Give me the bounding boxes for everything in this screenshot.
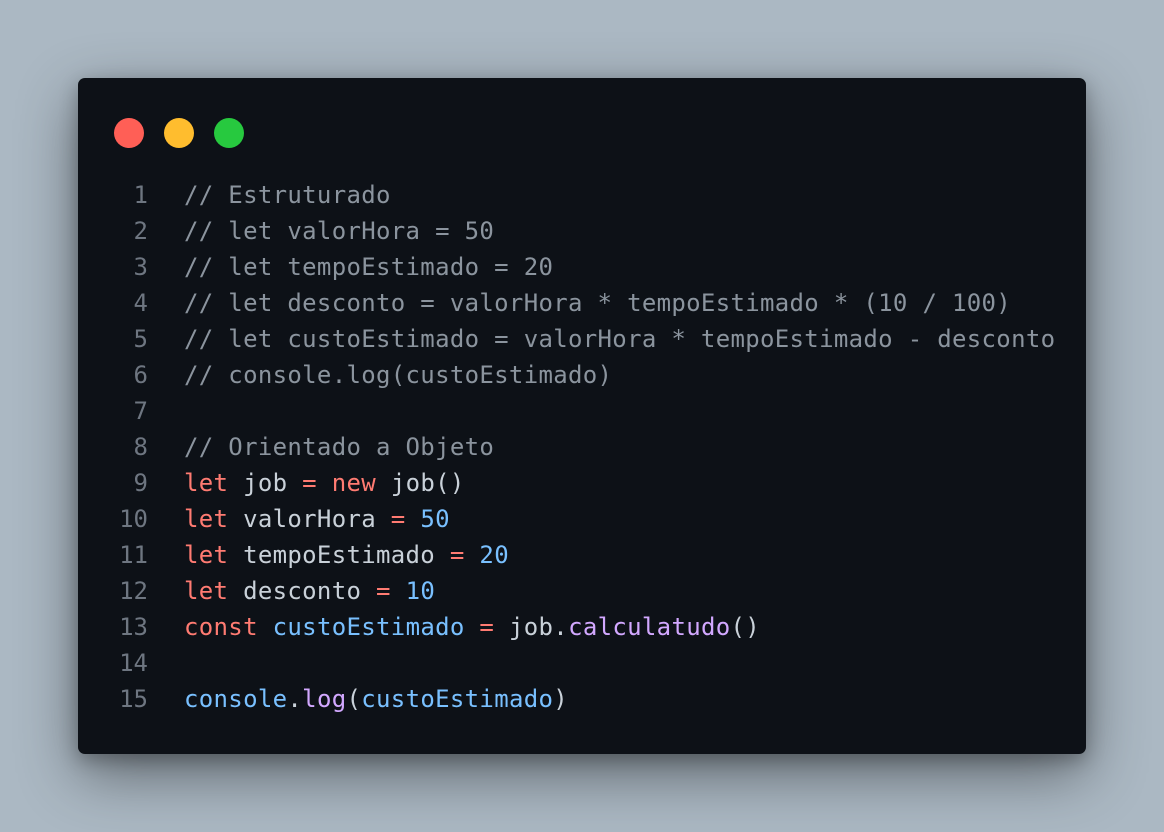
close-dot[interactable] <box>114 118 144 148</box>
line-number: 3 <box>133 253 148 281</box>
code-token: custoEstimado <box>272 613 465 641</box>
code-line: 12 let desconto = 10 <box>78 573 1086 609</box>
line-source: // let custoEstimado = valorHora * tempo… <box>184 321 1055 357</box>
line-number: 6 <box>133 361 148 389</box>
code-line: 15 console.log(custoEstimado) <box>78 681 1086 717</box>
code-token: = <box>479 613 495 641</box>
code-line: 11 let tempoEstimado = 20 <box>78 537 1086 573</box>
code-token: // console.log(custoEstimado) <box>184 361 613 389</box>
line-number: 12 <box>119 577 148 605</box>
code-token: tempoEstimado <box>228 541 450 569</box>
line-number: 9 <box>133 469 148 497</box>
code-token: // let valorHora = 50 <box>184 217 495 245</box>
line-source: const custoEstimado = job.calculatudo() <box>184 609 760 645</box>
line-number: 13 <box>119 613 148 641</box>
line-source: let tempoEstimado = 20 <box>184 537 509 573</box>
code-token: 20 <box>479 541 509 569</box>
code-token: valorHora <box>228 505 391 533</box>
code-line: 13 const custoEstimado = job.calculatudo(… <box>78 609 1086 645</box>
code-token: const <box>184 613 258 641</box>
line-number: 8 <box>133 433 148 461</box>
code-line: 1 // Estruturado <box>78 177 1086 213</box>
maximize-dot[interactable] <box>214 118 244 148</box>
line-source: // Orientado a Objeto <box>184 429 494 465</box>
code-token: let <box>184 577 229 605</box>
code-line: 10 let valorHora = 50 <box>78 501 1086 537</box>
line-source: // console.log(custoEstimado) <box>184 357 612 393</box>
code-token: console <box>184 685 288 713</box>
code-token: // Estruturado <box>184 181 391 209</box>
code-token: 50 <box>420 505 450 533</box>
code-line: 7 <box>78 393 1086 429</box>
code-token: calculatudo <box>568 613 731 641</box>
code-token: // let tempoEstimado = 20 <box>184 253 554 281</box>
code-line: 5 // let custoEstimado = valorHora * temp… <box>78 321 1086 357</box>
line-source: let valorHora = 50 <box>184 501 450 537</box>
code-token: job() <box>376 469 465 497</box>
code-editor: 1 // Estruturado 2 // let valorHora = 50 3 //… <box>78 177 1086 717</box>
line-source: let job = new job() <box>184 465 465 501</box>
code-token: = <box>302 469 317 497</box>
line-source: // let tempoEstimado = 20 <box>184 249 553 285</box>
line-number: 14 <box>119 649 148 677</box>
code-line: 3 // let tempoEstimado = 20 <box>78 249 1086 285</box>
code-token: . <box>287 685 303 713</box>
line-source: console.log(custoEstimado) <box>184 681 568 717</box>
line-source: let desconto = 10 <box>184 573 435 609</box>
line-number: 1 <box>133 181 148 209</box>
code-line: 4 // let desconto = valorHora * tempoEsti… <box>78 285 1086 321</box>
code-line: 14 <box>78 645 1086 681</box>
code-line: 9 let job = new job() <box>78 465 1086 501</box>
window-controls <box>114 118 244 148</box>
code-token: let <box>184 541 229 569</box>
code-line: 6 // console.log(custoEstimado) <box>78 357 1086 393</box>
line-number: 7 <box>133 397 148 425</box>
code-line: 2 // let valorHora = 50 <box>78 213 1086 249</box>
code-token: new <box>331 469 377 497</box>
code-token: // let desconto = valorHora * tempoEstim… <box>184 289 1012 317</box>
code-line: 8 // Orientado a Objeto <box>78 429 1086 465</box>
code-token: 10 <box>405 577 436 605</box>
code-token: custoEstimado <box>361 685 554 713</box>
code-token: // let custoEstimado = valorHora * tempo… <box>184 325 1056 353</box>
line-source: // let valorHora = 50 <box>184 213 494 249</box>
line-number: 11 <box>119 541 148 569</box>
line-number: 15 <box>119 685 148 713</box>
line-source: // Estruturado <box>184 177 391 213</box>
code-token: job <box>228 469 303 497</box>
code-token: desconto <box>228 577 377 605</box>
line-number: 2 <box>133 217 148 245</box>
line-number: 5 <box>133 325 148 353</box>
line-source: // let desconto = valorHora * tempoEstim… <box>184 285 1011 321</box>
line-number: 10 <box>119 505 148 533</box>
code-token: = <box>376 577 391 605</box>
code-token: = <box>449 541 465 569</box>
code-token: log <box>302 685 347 713</box>
code-token: let <box>184 505 229 533</box>
code-token: ( <box>346 685 362 713</box>
code-token: ) <box>553 685 569 713</box>
code-token: job. <box>494 613 569 641</box>
code-window: 1 // Estruturado 2 // let valorHora = 50 3 //… <box>78 78 1086 754</box>
minimize-dot[interactable] <box>164 118 194 148</box>
code-token: let <box>184 469 229 497</box>
code-token: // Orientado a Objeto <box>184 433 495 461</box>
line-number: 4 <box>133 289 148 317</box>
code-token: () <box>730 613 761 641</box>
code-token: = <box>390 505 406 533</box>
